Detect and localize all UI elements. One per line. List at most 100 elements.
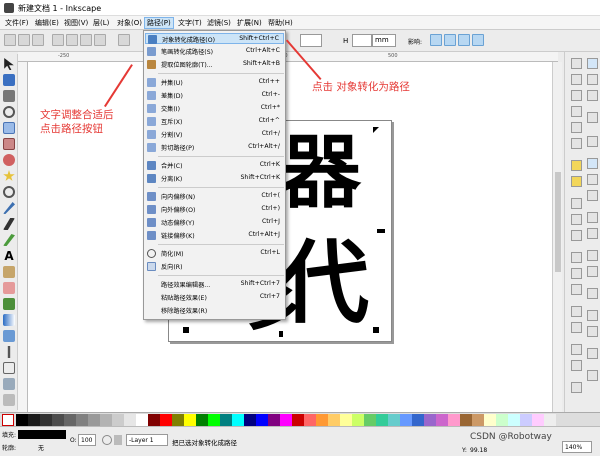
export-icon[interactable] bbox=[571, 138, 582, 149]
menu-item-combine[interactable]: 合并(C) Ctrl+K bbox=[145, 160, 284, 171]
snap-bbox-edges-icon[interactable] bbox=[587, 90, 598, 101]
snap-others-icon[interactable] bbox=[587, 370, 598, 381]
snap-paths-icon[interactable] bbox=[587, 174, 598, 185]
swatch-navy[interactable] bbox=[244, 414, 256, 426]
3d-box-tool-icon[interactable] bbox=[3, 138, 15, 150]
swatch-light-pink[interactable] bbox=[532, 414, 544, 426]
clone-icon[interactable] bbox=[571, 322, 582, 333]
connector-tool-icon[interactable] bbox=[3, 362, 15, 374]
menu-path[interactable]: 路径(P) bbox=[144, 17, 174, 29]
new-document-icon[interactable] bbox=[571, 58, 582, 69]
transform-patterns-icon[interactable] bbox=[472, 34, 484, 46]
deselect-icon[interactable] bbox=[32, 34, 44, 46]
snap-intersections-icon[interactable] bbox=[587, 190, 598, 201]
layer-visibility-icon[interactable] bbox=[102, 435, 112, 445]
menu-item-path-effect-editor[interactable]: 路径效果编辑器... Shift+Ctrl+7 bbox=[145, 279, 284, 290]
swatch-mint[interactable] bbox=[496, 414, 508, 426]
glyph-qi[interactable]: 器 bbox=[281, 133, 361, 213]
fill-stroke-icon[interactable] bbox=[571, 382, 582, 393]
menu-item-dynamic-offset[interactable]: 动态偏移(Y) Ctrl+J bbox=[145, 217, 284, 228]
menu-item-simplify[interactable]: 简化(M) Ctrl+L bbox=[145, 248, 284, 259]
layer-select[interactable]: -Layer 1 bbox=[126, 434, 168, 446]
menu-item-union[interactable]: 并集(U) Ctrl++ bbox=[145, 77, 284, 88]
swatch-magenta[interactable] bbox=[280, 414, 292, 426]
swatch-brown[interactable] bbox=[460, 414, 472, 426]
menu-edit[interactable]: 编辑(E) bbox=[33, 18, 61, 28]
text-tool-icon[interactable]: A bbox=[3, 250, 15, 262]
swatch-sky-blue[interactable] bbox=[400, 414, 412, 426]
snap-page-border-icon[interactable] bbox=[587, 288, 598, 299]
select-all-icon[interactable] bbox=[4, 34, 16, 46]
print-icon[interactable] bbox=[571, 106, 582, 117]
snap-midpoints-icon[interactable] bbox=[587, 136, 598, 147]
zoom-page-icon[interactable] bbox=[571, 284, 582, 295]
tweak-tool-icon[interactable] bbox=[3, 90, 15, 102]
snap-toggle-icon[interactable] bbox=[587, 58, 598, 69]
menu-item-exclusion[interactable]: 互斥(X) Ctrl+^ bbox=[145, 116, 284, 127]
menu-layer[interactable]: 层(L) bbox=[91, 18, 111, 28]
stroke-indicator[interactable]: 无 bbox=[38, 443, 44, 452]
menu-item-division[interactable]: 分割(V) Ctrl+/ bbox=[145, 129, 284, 140]
horizontal-ruler[interactable]: -250 0 250 500 bbox=[18, 52, 558, 62]
height-input[interactable] bbox=[352, 34, 372, 47]
menu-item-cut-path[interactable]: 剪切路径(P) Ctrl+Alt+/ bbox=[145, 142, 284, 153]
menu-item-break-apart[interactable]: 分离(K) Shift+Ctrl+K bbox=[145, 173, 284, 184]
node-tool-icon[interactable] bbox=[3, 74, 15, 86]
transform-gradients-icon[interactable] bbox=[458, 34, 470, 46]
scale-handle-right[interactable] bbox=[377, 229, 385, 233]
menu-item-outset[interactable]: 向外偏移(O) Ctrl+) bbox=[145, 204, 284, 215]
swatch-gray-50[interactable] bbox=[76, 414, 88, 426]
swatch-orange[interactable] bbox=[316, 414, 328, 426]
snap-bbox-icon[interactable] bbox=[587, 74, 598, 85]
menu-item-reverse[interactable]: 反向(R) bbox=[145, 261, 284, 272]
zoom-tool-icon[interactable] bbox=[3, 106, 15, 118]
rectangle-tool-icon[interactable] bbox=[3, 122, 15, 134]
select-all-layers-icon[interactable] bbox=[18, 34, 30, 46]
swatch-yellow[interactable] bbox=[184, 414, 196, 426]
swatch-salmon[interactable] bbox=[304, 414, 316, 426]
snap-cusp-nodes-icon[interactable] bbox=[587, 212, 598, 223]
menu-item-remove-path-effect[interactable]: 移除路径效果(R) bbox=[145, 305, 284, 316]
unit-select[interactable]: mm bbox=[372, 34, 396, 47]
swatch-light-gray[interactable] bbox=[544, 414, 556, 426]
menu-text[interactable]: 文字(T) bbox=[176, 18, 204, 28]
swatch-lime[interactable] bbox=[208, 414, 220, 426]
swatch-olive[interactable] bbox=[172, 414, 184, 426]
menu-help[interactable]: 帮助(H) bbox=[266, 18, 295, 28]
swatch-purple[interactable] bbox=[268, 414, 280, 426]
swatch-yellow-green[interactable] bbox=[352, 414, 364, 426]
swatch-ice[interactable] bbox=[508, 414, 520, 426]
ellipse-tool-icon[interactable] bbox=[3, 154, 15, 166]
swatch-tan[interactable] bbox=[472, 414, 484, 426]
snap-bbox-corners-icon[interactable] bbox=[587, 112, 598, 123]
group-icon[interactable] bbox=[571, 344, 582, 355]
menu-item-linked-offset[interactable]: 链接偏移(K) Ctrl+Alt+J bbox=[145, 230, 284, 241]
swatch-black[interactable] bbox=[16, 414, 28, 426]
swatch-royal-blue[interactable] bbox=[412, 414, 424, 426]
scale-handle-bottom-right[interactable] bbox=[373, 327, 379, 333]
gradient-tool-icon[interactable] bbox=[3, 314, 15, 326]
snap-guides-icon[interactable] bbox=[587, 326, 598, 337]
duplicate-icon[interactable] bbox=[571, 306, 582, 317]
menu-item-object-to-path[interactable]: 对象转化成路径(O) Shift+Ctrl+C bbox=[145, 33, 284, 44]
swatch-red[interactable] bbox=[160, 414, 172, 426]
scale-corners-icon[interactable] bbox=[444, 34, 456, 46]
menu-filters[interactable]: 滤镜(S) bbox=[205, 18, 233, 28]
ungroup-icon[interactable] bbox=[571, 360, 582, 371]
swatch-red-dark[interactable] bbox=[292, 414, 304, 426]
snap-smooth-nodes-icon[interactable] bbox=[587, 228, 598, 239]
zoom-selection-icon[interactable] bbox=[571, 252, 582, 263]
dropper-tool-icon[interactable] bbox=[7, 346, 11, 358]
swatch-gray-10[interactable] bbox=[28, 414, 40, 426]
swatch-green[interactable] bbox=[196, 414, 208, 426]
flip-vertical-icon[interactable] bbox=[94, 34, 106, 46]
zoom-drawing-icon[interactable] bbox=[571, 268, 582, 279]
fill-indicator[interactable] bbox=[18, 430, 66, 439]
swatch-maroon[interactable] bbox=[148, 414, 160, 426]
swatch-gray-20[interactable] bbox=[40, 414, 52, 426]
open-file-icon[interactable] bbox=[571, 74, 582, 85]
star-tool-icon[interactable] bbox=[3, 170, 15, 181]
swatch-light-orange[interactable] bbox=[328, 414, 340, 426]
layer-lock-icon[interactable] bbox=[114, 435, 122, 445]
menu-item-difference[interactable]: 差集(D) Ctrl+- bbox=[145, 90, 284, 101]
